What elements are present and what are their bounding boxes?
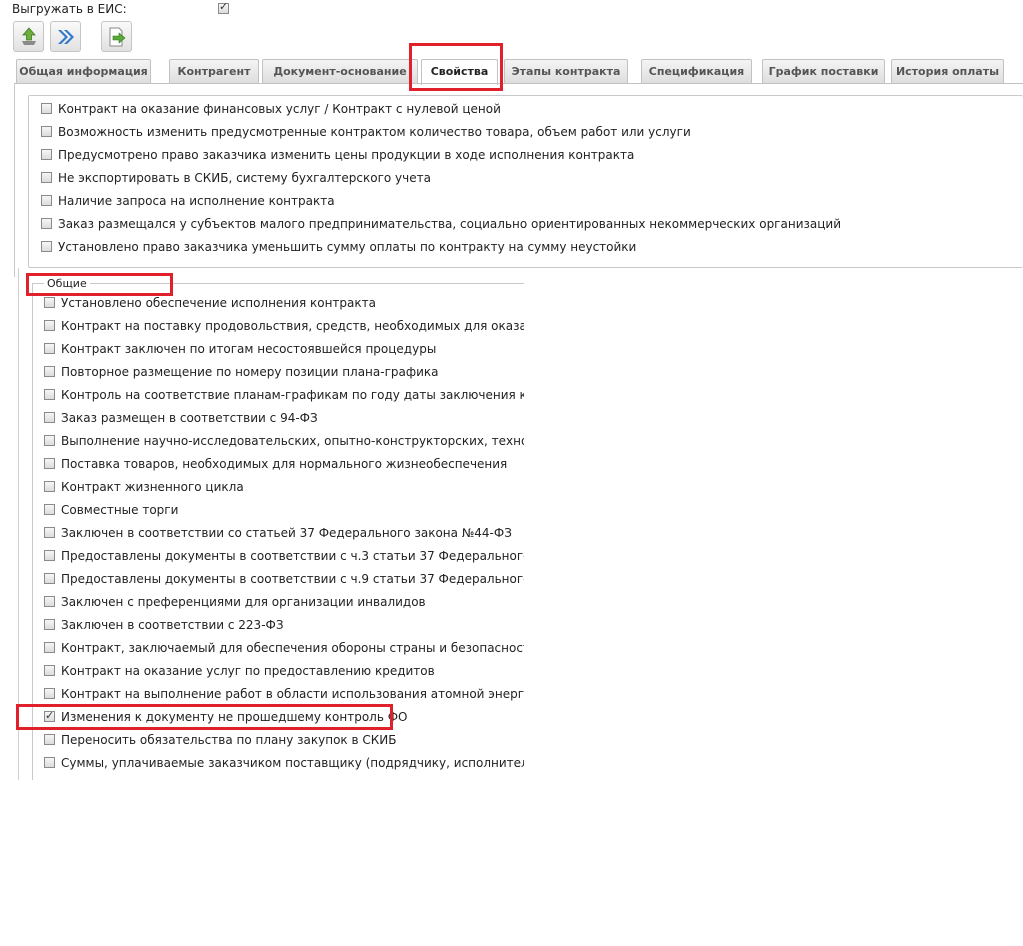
checkbox-label: Выполнение научно-исследовательских, опы… [61,434,524,448]
checkbox-label: Совместные торги [61,503,179,517]
checkbox-label: Установлено право заказчика уменьшить су… [58,240,637,254]
checkbox[interactable] [44,297,55,308]
double-chevron-right-icon [58,30,74,44]
checkbox-label: Наличие запроса на исполнение контракта [58,194,335,208]
checkbox[interactable] [44,665,55,676]
checkbox-label: Контракт, заключаемый для обеспечения об… [61,641,524,655]
general-fieldset: Установлено обеспечение исполнения контр… [32,283,524,781]
checkbox-label: Предоставлены документы в соответствии с… [61,572,524,586]
checkbox[interactable] [41,172,52,183]
checkbox-label: Суммы, уплачиваемые заказчиком поставщик… [61,756,524,770]
save-button[interactable] [13,21,44,52]
checkbox[interactable] [41,241,52,252]
checkbox-label: Изменения к документу не прошедшему конт… [61,710,408,724]
checkbox[interactable] [44,481,55,492]
checkbox[interactable] [44,435,55,446]
checkbox-label: Контракт на поставку продовольствия, сре… [61,319,524,333]
checkbox-label: Возможность изменить предусмотренные кон… [58,125,691,139]
checkbox-label: Контракт заключен по итогам несостоявшей… [61,342,437,356]
tab-bar: Общая информация Контрагент Документ-основ… [14,59,1023,85]
tab-8[interactable]: История оплаты [891,59,1004,83]
checkbox[interactable] [44,504,55,515]
tab-5[interactable]: Этапы контракта [504,59,628,83]
checkbox-label: Заказ размещен в соответствии с 94-ФЗ [61,411,318,425]
general-legend: Общие [44,277,90,290]
checkbox-label: Заключен в соответствии со статьей 37 Фе… [61,526,512,540]
tab-2[interactable]: Контрагент [169,59,259,83]
tab-1[interactable]: Общая информация [16,59,151,83]
checkbox[interactable] [44,642,55,653]
checkbox[interactable] [44,619,55,630]
checkbox[interactable] [44,757,55,768]
export-eis-label: Выгружать в ЕИС: [12,2,127,16]
checkbox[interactable] [41,218,52,229]
checkbox[interactable] [44,596,55,607]
checkbox-label: Предусмотрено право заказчика изменить ц… [58,148,635,162]
export-button[interactable] [101,21,132,52]
checkbox-label: Контроль на соответствие планам-графикам… [61,388,524,402]
checkbox-label: Установлено обеспечение исполнения контр… [61,296,376,310]
checkbox-label: Контракт на оказание услуг по предоставл… [61,664,435,678]
checkbox-label: Не экспортировать в СКИБ, систему бухгал… [58,171,431,185]
checkbox[interactable] [44,389,55,400]
export-eis-checkbox[interactable] [218,0,229,14]
checkbox-label: Заключен с преференциями для организации… [61,595,426,609]
tab-4[interactable]: Свойства [421,59,498,85]
checkbox[interactable] [44,573,55,584]
properties-panel: Контракт на оказание финансовых услуг / … [28,95,1023,268]
checkbox[interactable] [44,708,55,724]
export-document-icon [109,27,126,47]
checkbox-label: Заказ размещался у субъектов малого пред… [58,217,841,231]
checkbox[interactable] [41,103,52,114]
checkbox-label: Повторное размещение по номеру позиции п… [61,365,439,379]
checkbox-label: Заключен в соответствии с 223-ФЗ [61,618,284,632]
checkbox[interactable] [44,320,55,331]
checkbox[interactable] [41,126,52,137]
checkbox[interactable] [44,734,55,745]
checkbox[interactable] [44,688,55,699]
checkbox[interactable] [44,366,55,377]
checkbox[interactable] [44,343,55,354]
checkbox[interactable] [44,550,55,561]
save-icon [22,27,36,45]
checkbox[interactable] [41,149,52,160]
checkbox[interactable] [44,458,55,469]
checkbox[interactable] [44,527,55,538]
checkbox-label: Предоставлены документы в соответствии с… [61,549,524,563]
tab-7[interactable]: График поставки [762,59,885,83]
checkbox-label: Контракт на выполнение работ в области и… [61,687,524,701]
tab-6[interactable]: Спецификация [641,59,752,83]
checkbox[interactable] [41,195,52,206]
checkbox-label: Контракт жизненного цикла [61,480,244,494]
checkbox[interactable] [44,412,55,423]
tab-3[interactable]: Документ-основание [262,59,418,83]
checkbox-label: Контракт на оказание финансовых услуг / … [58,102,501,116]
checkbox-label: Поставка товаров, необходимых для нормал… [61,457,508,471]
checkbox-label: Переносить обязательства по плану закупо… [61,733,397,747]
forward-button[interactable] [50,21,81,52]
